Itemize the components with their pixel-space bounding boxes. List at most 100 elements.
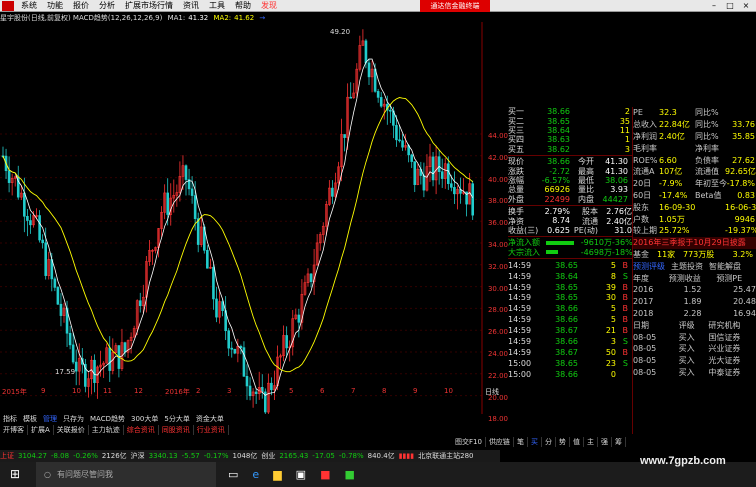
- menu-bar: 系统 功能 报价 分析 扩展市场行情 资讯 工具 帮助 发现 通达信金融终端 –…: [0, 0, 756, 12]
- price-axis-tick: 44.00: [487, 132, 508, 140]
- panel-bottom-tab[interactable]: 强: [598, 437, 612, 447]
- maximize-icon[interactable]: □: [724, 1, 736, 11]
- menu-item-function[interactable]: 功能: [42, 0, 68, 11]
- panel-bottom-tab[interactable]: 主: [584, 437, 598, 447]
- indicator-tab[interactable]: 指标: [0, 414, 20, 424]
- candle-body: [68, 332, 72, 346]
- date-axis-tick: 9: [413, 387, 418, 395]
- forecast-row: 2018 2.28 16.94: [633, 308, 756, 318]
- tab-forecast-rating[interactable]: 预测评级: [633, 261, 671, 272]
- app-green-icon[interactable]: ■: [344, 468, 354, 481]
- date-axis-tick: 10: [444, 387, 453, 395]
- server-name[interactable]: 北京联通主站280: [418, 451, 473, 461]
- trade-tick-row: 14:59 38.66 3 S: [508, 337, 628, 347]
- panel-bottom-tab[interactable]: 势: [556, 437, 570, 447]
- app-red-icon[interactable]: ■: [320, 468, 330, 481]
- fundamental-row: 20日 -7.9% 年初至今 -17.8%: [633, 179, 755, 189]
- rating-row: 08-05 买入 中泰证券: [633, 367, 741, 377]
- candle-body: [395, 125, 398, 141]
- fundamental-row: 净利润 2.40亿 同比% 35.85: [633, 131, 755, 141]
- panel-bottom-tab[interactable]: 值: [570, 437, 584, 447]
- date-axis-tick: 2015年: [2, 388, 27, 396]
- sz-pct: -0.17%: [203, 452, 229, 460]
- stat-row: 外盘 22499 内盘 44427: [508, 194, 628, 204]
- candle-body: [422, 175, 426, 191]
- task-view-icon[interactable]: ▭: [228, 468, 238, 481]
- candle-body: [410, 154, 414, 162]
- info-tab[interactable]: 关联报价: [54, 425, 89, 435]
- edge-icon[interactable]: e: [252, 468, 259, 481]
- info-tab[interactable]: 综合资讯: [124, 425, 159, 435]
- menu-item-news[interactable]: 资讯: [178, 0, 204, 11]
- price-axis-tick: 38.00: [487, 197, 508, 206]
- panel-bottom-tab[interactable]: 买: [528, 437, 542, 447]
- indicator-tab[interactable]: 只存为: [60, 414, 87, 424]
- fundamental-row: 股东16-09-3016-06-30: [633, 202, 756, 212]
- panel-bottom-tab[interactable]: 供应链: [486, 437, 514, 447]
- candle-body: [453, 187, 456, 195]
- report-notice[interactable]: 2016年三季报于10月29日披露: [633, 236, 756, 249]
- cy-pct: -0.78%: [338, 452, 364, 460]
- panel-bottom-tab[interactable]: 分: [542, 437, 556, 447]
- candle-body: [379, 97, 383, 107]
- indicator-tab[interactable]: 管理: [40, 414, 60, 424]
- candle-body: [450, 183, 453, 188]
- close-icon[interactable]: ×: [740, 1, 752, 11]
- ma2-value: 41.62: [234, 14, 255, 22]
- info-tab[interactable]: 行业资讯: [194, 425, 229, 435]
- indicator-tab[interactable]: 模板: [20, 414, 40, 424]
- menu-item-discover[interactable]: 发现: [256, 0, 282, 11]
- menu-item-tools[interactable]: 工具: [204, 0, 230, 11]
- candle-body: [285, 335, 288, 349]
- taskbar-search[interactable]: ○ 有问题尽管问我: [36, 462, 216, 487]
- info-tabs: 开博客 扩展A 关联报价 主力轨迹 综合资讯 同股资讯 行业资讯: [0, 425, 510, 435]
- indicator-tab[interactable]: 5分大单: [161, 414, 192, 424]
- menu-item-analysis[interactable]: 分析: [94, 0, 120, 11]
- tab-smart-analysis[interactable]: 智能解盘: [709, 261, 749, 272]
- minimize-icon[interactable]: –: [708, 1, 720, 11]
- trade-tick-row: 14:59 38.65 39 B: [508, 282, 628, 292]
- panel-bottom-tab[interactable]: 笔: [514, 437, 528, 447]
- kline-chart[interactable]: 49.20 17.59: [0, 22, 510, 414]
- sz-index: 3340.13: [148, 452, 178, 460]
- candle-body: [364, 40, 368, 64]
- candle-body: [245, 376, 249, 387]
- price-axis: 44.00 42.00 40.00 38.00 36.00 34.00 32.00 30.00…: [482, 22, 510, 423]
- fundamental-row: PE 32.3 同比%: [633, 108, 719, 118]
- candle-body: [331, 187, 334, 197]
- candle-body: [29, 220, 32, 226]
- menu-item-quote[interactable]: 报价: [68, 0, 94, 11]
- indicator-tab[interactable]: 资金大单: [193, 414, 227, 424]
- info-tab[interactable]: 开博客: [0, 425, 28, 435]
- folder-icon[interactable]: ▆: [273, 468, 281, 481]
- indicator-tab[interactable]: 300大单: [128, 414, 161, 424]
- candle-body: [56, 287, 60, 305]
- indicator-tab[interactable]: MACD趋势: [87, 414, 128, 424]
- candle-body: [376, 91, 380, 98]
- menu-item-extended-market[interactable]: 扩展市场行情: [120, 0, 178, 11]
- candle-body: [440, 171, 444, 179]
- date-axis-tick: 日线: [485, 388, 499, 396]
- tab-theme-invest[interactable]: 主题投资: [671, 261, 709, 272]
- store-icon[interactable]: ▣: [296, 468, 306, 481]
- panel-bottom-tabs: 图交F10 供应链笔买分势值主强筹: [452, 437, 756, 447]
- flow-bar: [546, 250, 558, 255]
- candle-body: [215, 298, 218, 318]
- info-tab[interactable]: 同股资讯: [159, 425, 194, 435]
- sz-label: 沪深: [130, 452, 145, 460]
- menu-item-system[interactable]: 系统: [16, 0, 42, 11]
- cy-index: 2165.43: [279, 452, 309, 460]
- panel-bottom-tab[interactable]: 图交F10: [452, 437, 486, 447]
- fundamental-row: 户数 1.05万 9946: [633, 214, 755, 224]
- cy-change: -17.05: [312, 452, 335, 460]
- promo-banner[interactable]: 通达信金融终端: [420, 0, 490, 12]
- windows-start-icon[interactable]: ⊞: [10, 468, 23, 481]
- sh-label: 上证: [0, 452, 14, 460]
- menu-item-help[interactable]: 帮助: [230, 0, 256, 11]
- candle-body: [74, 361, 78, 372]
- info-tab[interactable]: 主力轨迹: [89, 425, 124, 435]
- panel-bottom-tab[interactable]: 筹: [612, 437, 626, 447]
- info-tab[interactable]: 扩展A: [28, 425, 54, 435]
- candle-body: [398, 139, 401, 142]
- high-price-label: 49.20: [330, 28, 350, 36]
